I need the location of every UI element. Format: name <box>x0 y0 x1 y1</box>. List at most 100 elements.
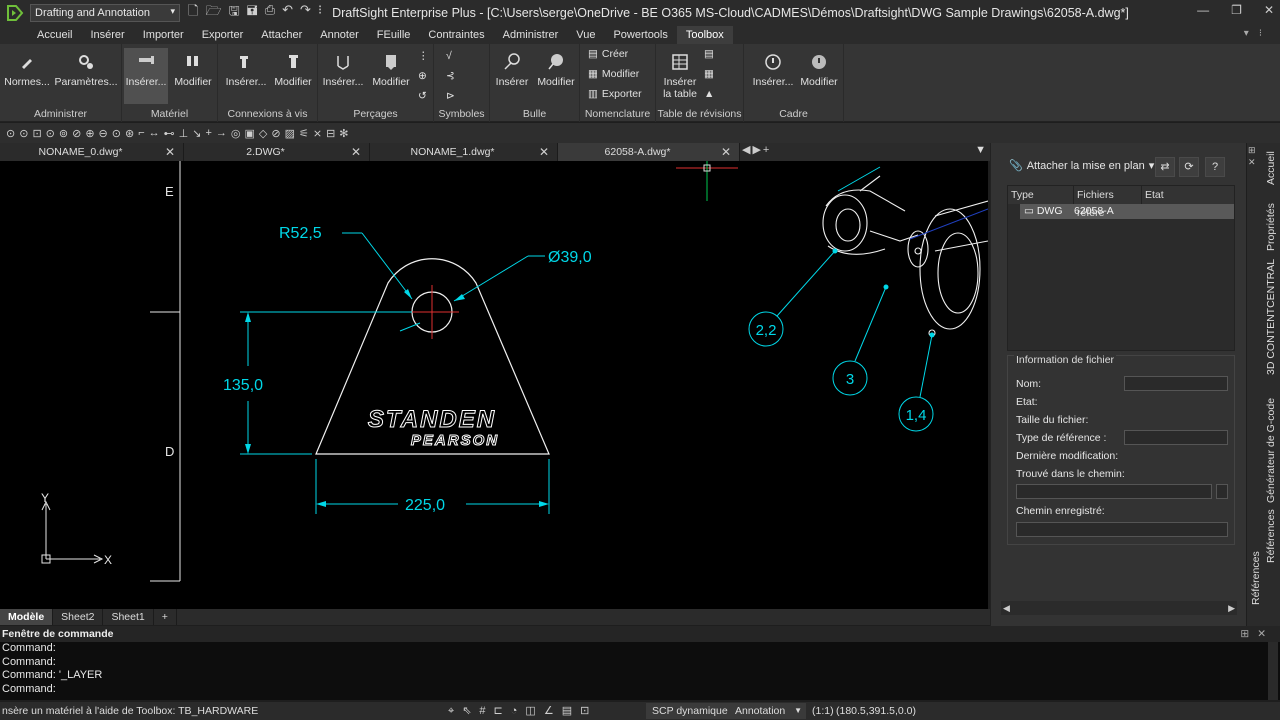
tab-importer[interactable]: Importer <box>134 26 193 44</box>
snap-toggle-icon[interactable]: ⌖ <box>448 702 454 720</box>
tab-powertools[interactable]: Powertools <box>604 26 676 44</box>
doc-tab-62058a[interactable]: 62058-A.dwg* ✕ <box>558 143 740 161</box>
hole-small-2-icon[interactable]: ⊕ <box>418 70 427 82</box>
redo-icon[interactable]: ↷ <box>300 2 311 24</box>
zoom-dynamic-icon[interactable]: ⊙ <box>19 127 28 140</box>
zoom-center-icon[interactable]: ⊙ <box>46 127 55 140</box>
nom-field[interactable] <box>1124 376 1228 391</box>
snap-options-icon[interactable]: ✻ <box>339 127 348 140</box>
zoom-out-icon[interactable]: ⊖ <box>99 127 108 140</box>
doc-tab-2dwg[interactable]: 2.DWG* ✕ <box>184 143 370 161</box>
scp-dynamic-toggle[interactable]: SCP dynamique <box>646 703 734 719</box>
zoom-in-icon[interactable]: ⊕ <box>85 127 94 140</box>
workspace-select[interactable]: Drafting and Annotation ▾ <box>30 4 180 22</box>
ribbon-options-icon[interactable]: ▾⁝ <box>1244 28 1272 39</box>
connexions-modifier-button[interactable]: Modifier <box>270 48 316 88</box>
close-tab-icon[interactable]: ✕ <box>165 143 175 161</box>
nomenclature-modifier-button[interactable]: ▦ Modifier <box>588 68 639 80</box>
snap-perpendicular-icon[interactable]: ⊥ <box>179 127 189 140</box>
snap-tangent-icon[interactable]: ↘ <box>192 127 201 140</box>
zoom-fit-icon[interactable]: ⊚ <box>59 127 68 140</box>
datum-symbol-icon[interactable]: ⊳ <box>446 90 455 102</box>
drawing-canvas[interactable]: E D STANDEN PEARSON R52,5 Ø39,0 135,0 22… <box>0 161 988 609</box>
parametres-button[interactable]: Paramètres... <box>54 48 118 88</box>
zoom-prev-icon[interactable]: ⊘ <box>72 127 81 140</box>
tab-toolbox[interactable]: Toolbox <box>676 26 733 44</box>
snap-center-icon[interactable]: ◎ <box>231 127 241 140</box>
tab-scroll-arrows-icon[interactable]: ◀▶+ <box>742 143 771 156</box>
grid-toggle-icon[interactable]: # <box>479 702 485 720</box>
reload-icon[interactable]: ⟳ <box>1179 157 1199 177</box>
snap-midpoint-icon[interactable]: ↔ <box>149 127 160 139</box>
command-window-controls-icon[interactable]: ⊞✕ <box>1240 626 1274 642</box>
etrack-toggle-icon[interactable]: ∠ <box>544 702 554 720</box>
save-as-icon[interactable]: 🖬 <box>247 2 258 24</box>
pan-icon[interactable]: ⊛ <box>125 127 134 140</box>
snap-endpoint-icon[interactable]: ⌐ <box>138 127 144 139</box>
annotation-scale-select[interactable]: Annotation ▼ <box>730 703 806 719</box>
zoom-window-icon[interactable]: ⊙ <box>6 127 15 140</box>
revision-update-icon[interactable]: ▦ <box>704 68 714 80</box>
quickinput-toggle-icon[interactable]: ⊡ <box>580 702 589 720</box>
tab-administrer[interactable]: Administrer <box>494 26 568 44</box>
type-ref-select[interactable] <box>1124 430 1228 445</box>
tab-annoter[interactable]: Annoter <box>311 26 368 44</box>
attach-drawing-button[interactable]: 📎 Attacher la mise en plan ▾ <box>1009 159 1154 173</box>
tab-accueil[interactable]: Accueil <box>28 26 81 44</box>
drawing-svg[interactable]: E D STANDEN PEARSON R52,5 Ø39,0 135,0 22… <box>0 161 988 609</box>
maximize-icon[interactable]: ❐ <box>1231 3 1242 17</box>
tab-contraintes[interactable]: Contraintes <box>419 26 493 44</box>
snap-apparent-icon[interactable]: ⚟ <box>299 127 309 140</box>
snap-insertion-icon[interactable]: ⊘ <box>271 127 280 140</box>
tab-inserer[interactable]: Insérer <box>81 26 133 44</box>
tab-attacher[interactable]: Attacher <box>252 26 311 44</box>
sheet-tab-modele[interactable]: Modèle <box>0 609 54 625</box>
close-icon[interactable]: ✕ <box>1264 3 1274 17</box>
trouve-path-field[interactable] <box>1016 484 1212 499</box>
print-icon[interactable]: ⎙ <box>265 2 275 24</box>
cadre-modifier-button[interactable]: Modifier <box>796 48 842 88</box>
customize-icon[interactable]: ⁝ <box>318 2 322 24</box>
bulle-modifier-button[interactable]: Modifier <box>534 48 578 88</box>
percages-modifier-button[interactable]: Modifier <box>368 48 414 88</box>
close-tab-icon[interactable]: ✕ <box>721 143 731 161</box>
close-panel-icon[interactable]: ✕ <box>1248 157 1256 168</box>
doc-tab-noname1[interactable]: NONAME_1.dwg* ✕ <box>370 143 558 161</box>
refresh-refs-icon[interactable]: ⇄ <box>1155 157 1175 177</box>
col-state[interactable]: Etat <box>1142 186 1234 204</box>
col-type[interactable]: Type <box>1008 186 1074 204</box>
weld-symbol-icon[interactable]: ⊰ <box>446 70 455 82</box>
col-files[interactable]: Fichiers référe <box>1074 186 1142 219</box>
connexions-inserer-button[interactable]: Insérer... <box>222 48 270 88</box>
scroll-right-icon[interactable]: ▶ <box>1228 601 1235 615</box>
add-sheet-button[interactable]: + <box>154 609 177 625</box>
revision-edit-icon[interactable]: ▤ <box>704 48 714 60</box>
snap-extension-icon[interactable]: → <box>216 127 227 139</box>
snap-quadrant-icon[interactable]: ◇ <box>259 127 267 140</box>
tab-feuille[interactable]: FEuille <box>368 26 420 44</box>
table-row[interactable]: ▭ DWG 62058-A <box>1020 204 1234 219</box>
tab-vue[interactable]: Vue <box>567 26 604 44</box>
panel-horizontal-scrollbar[interactable]: ◀ ▶ <box>1001 601 1237 615</box>
tab-list-dropdown-icon[interactable]: ▼ <box>975 144 986 156</box>
cadre-inserer-button[interactable]: Insérer... <box>748 48 798 88</box>
sheet-tab-sheet2[interactable]: Sheet2 <box>53 609 104 625</box>
zoom-bounds-icon[interactable]: ⊡ <box>32 127 41 140</box>
tab-exporter[interactable]: Exporter <box>193 26 253 44</box>
sheet-tab-sheet1[interactable]: Sheet1 <box>103 609 154 625</box>
doc-tab-noname0[interactable]: NONAME_0.dwg* ✕ <box>0 143 184 161</box>
command-history[interactable]: Command: Command: Command: '_LAYER Comma… <box>0 642 1280 700</box>
scroll-left-icon[interactable]: ◀ <box>1003 601 1010 615</box>
hole-small-1-icon[interactable]: ⋮ <box>418 50 429 62</box>
zoom-all-icon[interactable]: ⊙ <box>112 127 121 140</box>
snap-parallel-icon[interactable]: + <box>205 127 211 139</box>
cursor-toggle-icon[interactable]: ⇖ <box>462 702 471 720</box>
materiel-inserer-button[interactable]: Insérer... <box>124 48 168 104</box>
snap-clear-icon[interactable]: ⊟ <box>326 127 335 140</box>
hole-small-3-icon[interactable]: ↺ <box>418 90 427 102</box>
revision-inserer-button[interactable]: Insérer la table <box>658 48 702 100</box>
normes-button[interactable]: Normes... <box>4 48 50 88</box>
save-icon[interactable]: 🖫 <box>229 2 240 24</box>
ortho-toggle-icon[interactable]: ⊏ <box>494 702 503 720</box>
revision-triangle-icon[interactable]: ▲ <box>704 88 714 100</box>
